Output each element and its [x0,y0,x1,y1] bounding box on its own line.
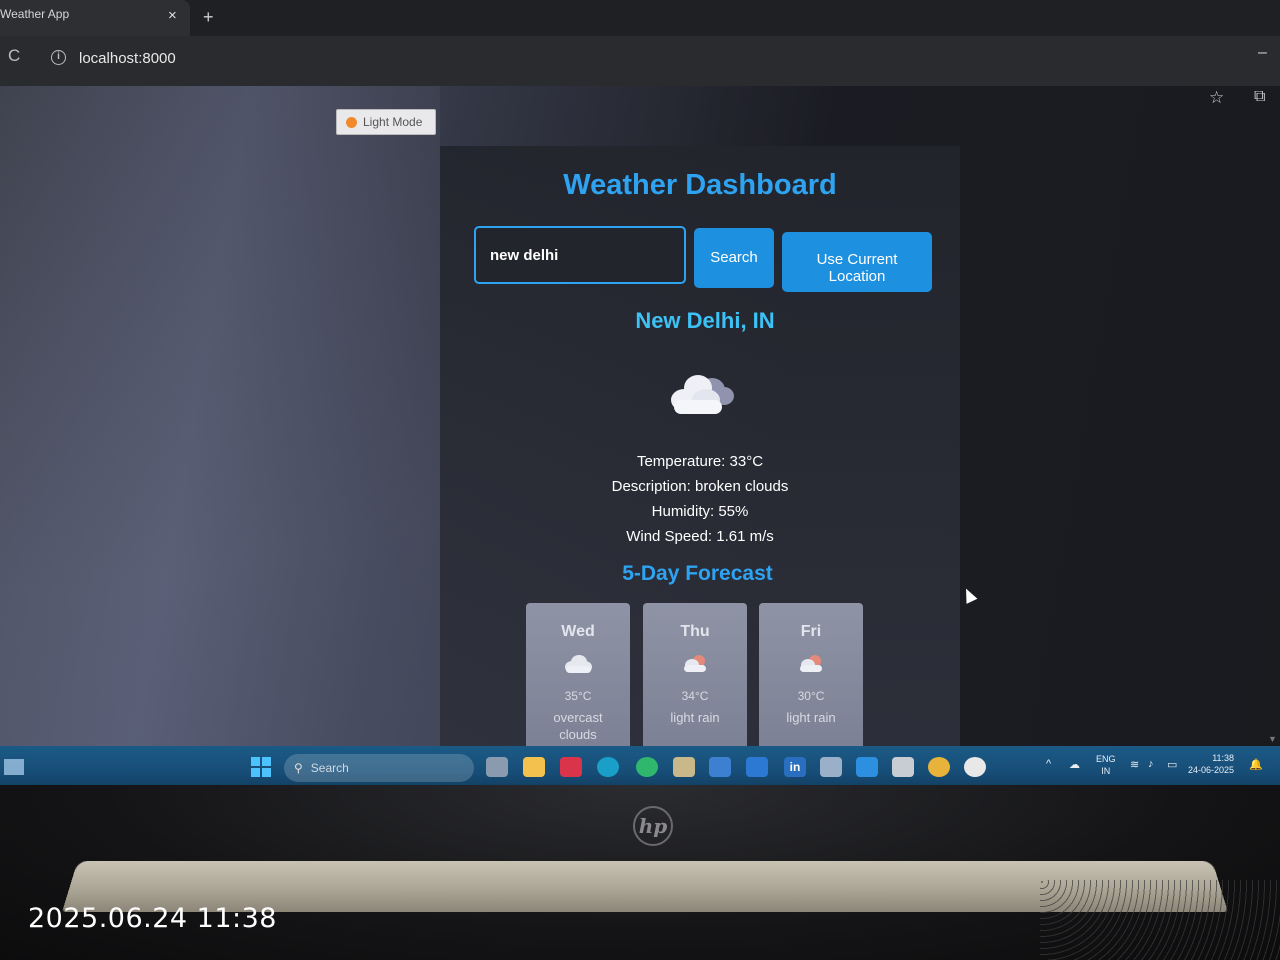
notification-bell-icon[interactable]: 🔔 [1249,758,1263,771]
file-explorer-icon[interactable] [523,757,545,777]
forecast-card: Fri 30°C light rain [759,603,863,746]
cloud-icon [671,375,734,414]
wind-speed-text: Wind Speed: 1.61 m/s [626,528,774,545]
wifi-icon[interactable]: ≋ [1130,758,1139,771]
forecast-card: Thu 34°C light rain [643,603,747,746]
address-bar[interactable]: localhost:8000 [79,50,176,67]
outlook-icon[interactable] [746,757,768,777]
forecast-day: Thu [680,623,710,640]
search-icon: ⚲ [294,761,303,775]
mouse-cursor-icon [960,586,978,604]
forecast-desc: overcast clouds [553,710,603,742]
vscode-icon[interactable] [856,757,878,777]
humidity-text: Humidity: 55% [651,503,749,520]
forecast-day: Wed [561,623,595,640]
speaker-grille [1040,880,1280,960]
use-location-button[interactable]: Use Current Location [782,232,932,292]
windows-start-icon[interactable] [251,757,271,777]
windows-taskbar: ⚲ Search in ^ ☁ ENG IN ≋ ♪ ▭ 11:38 24-06… [0,746,1280,788]
sun-cloud-icon [684,655,706,672]
battery-icon[interactable]: ▭ [1167,758,1177,771]
forecast-temp: 35°C [564,689,592,703]
close-tab-icon[interactable]: × [168,7,177,24]
forecast-temp: 30°C [797,689,825,703]
volume-icon[interactable]: ♪ [1148,758,1154,770]
extensions-icon[interactable]: ⧉ [1254,88,1265,106]
current-weather-details: Temperature: 33°C Description: broken cl… [0,449,1280,549]
calendar-app-icon[interactable] [673,757,695,777]
clock-date: 24-06-2025 [1188,765,1235,775]
page-viewport: ▼ Light Mode Weather Dashboard Search Us… [0,86,1280,746]
task-view-app-icon[interactable] [486,757,508,777]
use-location-label-2: Location [828,268,886,285]
forecast-temp: 34°C [681,689,709,703]
linkedin-icon[interactable]: in [784,757,806,777]
clock-time: 11:38 [1212,753,1235,763]
taskbar-search[interactable]: ⚲ Search [284,754,474,782]
city-name: New Delhi, IN [635,308,775,333]
description-text: Description: broken clouds [611,478,789,495]
minimize-icon[interactable]: – [1258,44,1267,62]
city-search-input[interactable] [474,226,686,284]
tray-chevron-icon[interactable]: ^ [1046,758,1051,770]
chrome-icon[interactable] [928,757,950,777]
browser-tab[interactable]: Weather App × [0,0,190,36]
forecast-day: Fri [800,623,822,640]
whatsapp-icon[interactable] [636,757,658,777]
forecast-title: 5-Day Forecast [622,562,773,585]
new-tab-icon[interactable]: + [203,7,214,28]
edge-browser-icon[interactable] [597,757,619,777]
camera-app-icon[interactable] [820,757,842,777]
forecast-desc: light rain [670,710,720,725]
forecast-desc: light rain [786,710,836,725]
photo-timestamp: 2025.06.24 11:38 [28,903,277,934]
browser-tab-bar: Weather App × + [0,0,1280,36]
forecast-card: Wed 35°C overcast clouds [526,603,630,746]
site-info-icon[interactable]: i [51,50,66,65]
browser-toolbar: C i localhost:8000 – [0,36,1280,86]
github-icon[interactable] [964,757,986,777]
theme-toggle-button[interactable]: Light Mode [336,109,436,135]
search-button[interactable]: Search [694,228,774,288]
settings-app-icon[interactable] [892,757,914,777]
language-code: ENG [1096,754,1116,764]
bookmark-star-icon[interactable]: ☆ [1209,88,1224,108]
tab-title: Weather App [0,7,70,21]
hp-logo: hp [633,806,673,846]
theme-dot-icon [346,116,357,128]
temperature-text: Temperature: 33°C [636,453,764,470]
taskbar-search-label: Search [310,761,349,775]
cloud-icon [565,655,592,673]
stocks-app-icon[interactable] [709,757,731,777]
taskbar-clock[interactable]: 11:38 24-06-2025 [1188,752,1234,776]
media-app-icon[interactable] [560,757,582,777]
sun-cloud-icon [800,655,822,672]
scroll-down-icon[interactable]: ▼ [1268,734,1277,744]
region-code: IN [1101,766,1111,776]
use-location-label-1: Use Current [816,251,898,268]
task-view-icon[interactable] [4,759,24,775]
language-indicator[interactable]: ENG IN [1096,753,1116,777]
theme-toggle-label: Light Mode [363,115,423,129]
onedrive-icon[interactable]: ☁ [1069,758,1080,771]
page-title: Weather Dashboard [563,169,837,201]
reload-icon[interactable]: C [8,46,20,66]
